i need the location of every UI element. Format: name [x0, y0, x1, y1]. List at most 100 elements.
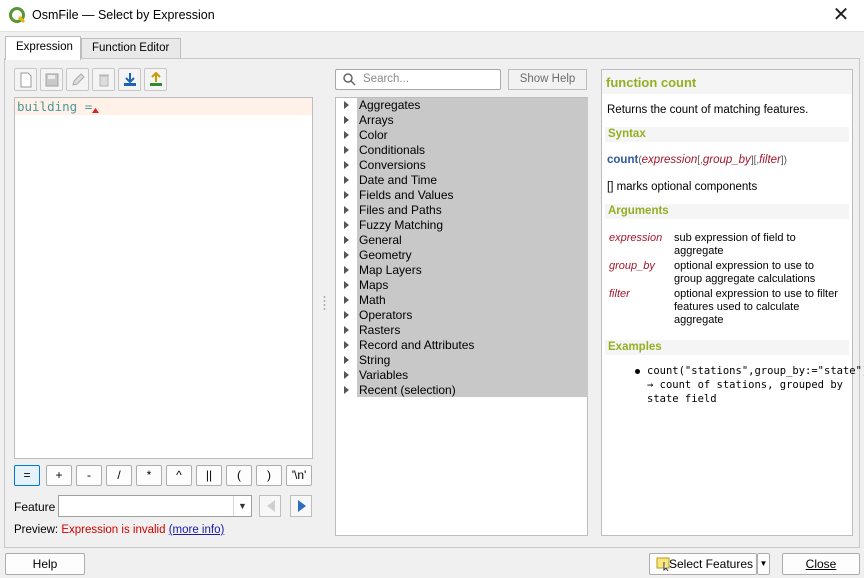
tree-item-arrays[interactable]: Arrays — [336, 113, 588, 128]
tree-item-rasters[interactable]: Rasters — [336, 323, 588, 338]
tree-item-recent-selection[interactable]: Recent (selection) — [336, 383, 588, 398]
expand-arrow-icon[interactable] — [344, 176, 349, 184]
operator-open-paren-button[interactable]: ( — [226, 465, 252, 486]
expand-arrow-icon[interactable] — [344, 371, 349, 379]
operator-concat-button[interactable]: || — [196, 465, 222, 486]
operator-power-button[interactable]: ^ — [166, 465, 192, 486]
import-button[interactable] — [118, 68, 141, 91]
expand-arrow-icon[interactable] — [344, 236, 349, 244]
expand-arrow-icon[interactable] — [344, 206, 349, 214]
tree-item-conditionals[interactable]: Conditionals — [336, 143, 588, 158]
save-button[interactable] — [40, 68, 63, 91]
tree-item-map-layers[interactable]: Map Layers — [336, 263, 588, 278]
help-button[interactable]: Help — [5, 553, 85, 575]
expand-arrow-icon[interactable] — [344, 311, 349, 319]
search-input[interactable]: Search... — [335, 69, 501, 90]
operator-divide-button[interactable]: / — [106, 465, 132, 486]
tree-item-string[interactable]: String — [336, 353, 588, 368]
argument-description: sub expression of field to aggregate — [674, 232, 796, 257]
expand-arrow-icon[interactable] — [344, 161, 349, 169]
tab-expression[interactable]: Expression — [5, 36, 81, 60]
expand-arrow-icon[interactable] — [344, 266, 349, 274]
expand-arrow-icon[interactable] — [344, 296, 349, 304]
operator-equals-button[interactable]: = — [14, 465, 40, 486]
expand-arrow-icon[interactable] — [344, 101, 349, 109]
argument-name: expression — [609, 232, 663, 244]
operator-plus-button[interactable]: + — [46, 465, 72, 486]
tree-item-date-and-time[interactable]: Date and Time — [336, 173, 588, 188]
operator-newline-button[interactable]: '\n' — [286, 465, 312, 486]
tree-item-operators[interactable]: Operators — [336, 308, 588, 323]
close-label: Close — [805, 557, 837, 571]
select-features-dropdown[interactable]: ▼ — [757, 553, 770, 575]
expand-arrow-icon[interactable] — [344, 251, 349, 259]
next-feature-button[interactable] — [290, 495, 312, 517]
show-help-button[interactable]: Show Help — [508, 69, 587, 90]
optional-note: [] marks optional components — [607, 181, 758, 193]
select-features-button[interactable]: Select Features — [649, 553, 757, 575]
preview-row: Preview: Expression is invalid (more inf… — [14, 524, 224, 536]
delete-button[interactable] — [92, 68, 115, 91]
argument-description: optional expression to use to group aggr… — [674, 260, 816, 285]
expand-arrow-icon[interactable] — [344, 341, 349, 349]
expand-arrow-icon[interactable] — [344, 326, 349, 334]
expression-text[interactable]: building = — [17, 99, 92, 114]
expand-arrow-icon[interactable] — [344, 221, 349, 229]
window-close-button[interactable]: ✕ — [818, 0, 864, 31]
examples-heading: Examples — [605, 340, 849, 355]
tree-item-maps[interactable]: Maps — [336, 278, 588, 293]
expand-arrow-icon[interactable] — [344, 131, 349, 139]
function-help-panel: function count Returns the count of matc… — [601, 69, 864, 536]
argument-description: optional expression to use to filter fea… — [674, 288, 838, 326]
search-icon — [343, 73, 356, 86]
splitter-handle[interactable] — [323, 295, 326, 313]
feature-combobox[interactable]: ▼ — [58, 495, 252, 517]
tree-item-fuzzy-matching[interactable]: Fuzzy Matching — [336, 218, 588, 233]
expand-arrow-icon[interactable] — [344, 116, 349, 124]
tree-item-fields-and-values[interactable]: Fields and Values — [336, 188, 588, 203]
tree-item-conversions[interactable]: Conversions — [336, 158, 588, 173]
delete-icon — [99, 74, 109, 87]
syntax-heading: Syntax — [605, 127, 849, 142]
triangle-right-icon — [298, 500, 306, 512]
operator-minus-button[interactable]: - — [76, 465, 102, 486]
tree-item-files-and-paths[interactable]: Files and Paths — [336, 203, 588, 218]
help-description: Returns the count of matching features. — [607, 104, 809, 116]
close-button[interactable]: Close — [782, 553, 860, 575]
export-button[interactable] — [144, 68, 167, 91]
tree-item-color[interactable]: Color — [336, 128, 588, 143]
title-bar: OsmFile — Select by Expression ✕ — [0, 0, 864, 32]
tree-item-record-and-attributes[interactable]: Record and Attributes — [336, 338, 588, 353]
expand-arrow-icon[interactable] — [344, 281, 349, 289]
edit-button[interactable] — [66, 68, 89, 91]
expression-editor[interactable]: building = — [14, 97, 313, 459]
syntax-line: count(expression[,group_by][,filter]) — [607, 154, 788, 166]
preview-label: Preview: — [14, 524, 59, 536]
triangle-left-icon — [267, 500, 275, 512]
operator-multiply-button[interactable]: * — [136, 465, 162, 486]
argument-name: filter — [609, 288, 630, 300]
expand-arrow-icon[interactable] — [344, 356, 349, 364]
new-file-icon — [20, 72, 32, 88]
argument-name: group_by — [609, 260, 655, 272]
expand-arrow-icon[interactable] — [344, 146, 349, 154]
bullet-icon — [635, 369, 640, 374]
operator-close-paren-button[interactable]: ) — [256, 465, 282, 486]
tree-item-math[interactable]: Math — [336, 293, 588, 308]
function-tree[interactable]: Aggregates Arrays Color Conditionals Con… — [335, 97, 588, 536]
more-info-link[interactable]: (more info) — [169, 524, 225, 536]
tree-item-general[interactable]: General — [336, 233, 588, 248]
new-file-button[interactable] — [14, 68, 37, 91]
expand-arrow-icon[interactable] — [344, 386, 349, 394]
syntax-error-marker-icon — [92, 108, 99, 113]
tab-function-editor[interactable]: Function Editor — [81, 38, 181, 59]
chevron-down-icon[interactable]: ▼ — [233, 496, 251, 516]
import-icon — [124, 73, 136, 86]
previous-feature-button[interactable] — [259, 495, 281, 517]
window-title: OsmFile — Select by Expression — [32, 8, 215, 22]
tree-item-geometry[interactable]: Geometry — [336, 248, 588, 263]
save-icon — [45, 73, 59, 87]
tree-item-variables[interactable]: Variables — [336, 368, 588, 383]
tree-item-aggregates[interactable]: Aggregates — [336, 98, 588, 113]
expand-arrow-icon[interactable] — [344, 191, 349, 199]
